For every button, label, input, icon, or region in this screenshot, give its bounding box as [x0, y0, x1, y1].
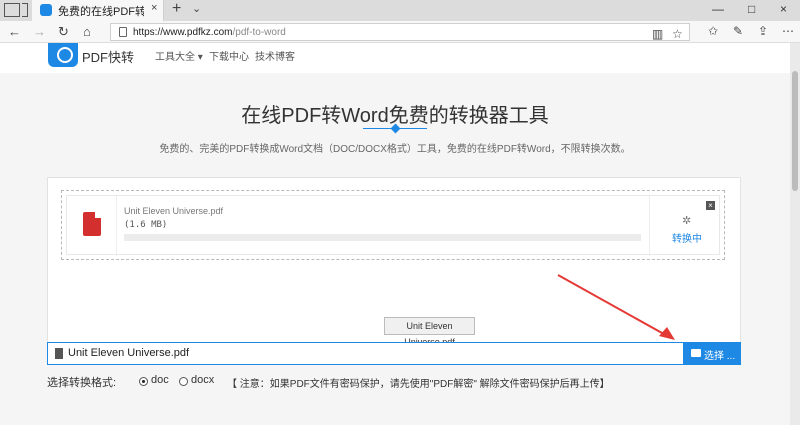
file-path-input[interactable]: Unit Eleven Universe.pdf — [47, 342, 684, 365]
document-icon — [55, 348, 63, 359]
refresh-icon[interactable]: ↻ — [58, 24, 69, 40]
status-text: 转换中 — [672, 234, 702, 245]
lock-icon — [119, 27, 127, 37]
folder-open-icon — [691, 349, 701, 357]
scrollbar-thumb[interactable] — [792, 71, 798, 191]
page-subtitle: 免费的、完美的PDF转换成Word文档（DOC/DOCX格式）工具，免费的在线P… — [159, 144, 631, 155]
nav-download-center[interactable]: 下载中心 — [209, 48, 249, 63]
format-row: 选择转换格式: — [47, 374, 116, 390]
reading-view-icon[interactable]: ▥ — [652, 27, 663, 41]
browser-tab-bar: 免费的在线PDF转Word- × + ⌄ — □ × — [0, 0, 800, 21]
home-icon[interactable]: ⌂ — [83, 24, 91, 39]
select-file-button[interactable]: 选择 ... — [684, 342, 741, 365]
url-text: https://www.pdfkz.com/pdf-to-word — [133, 27, 286, 38]
url-input[interactable]: https://www.pdfkz.com/pdf-to-word ▥ ☆ — [110, 23, 690, 41]
annotation-arrow — [557, 274, 675, 340]
format-option-doc[interactable]: doc — [151, 374, 169, 386]
nav-tools[interactable]: 工具大全 ▾ — [155, 48, 203, 63]
format-radio-doc[interactable] — [139, 377, 148, 386]
remove-file-close-icon[interactable]: × — [706, 201, 715, 210]
tab-close-icon[interactable]: × — [151, 2, 157, 14]
set-aside-tabs-icon[interactable] — [22, 3, 28, 17]
spinner-icon: ✲ — [682, 215, 692, 227]
pdf-file-icon — [83, 212, 101, 236]
file-card: Unit Eleven Universe.pdf (1.6 MB) ✲ 转换中 — [61, 190, 725, 260]
window-minimize-icon[interactable]: — — [712, 2, 724, 16]
back-arrow-icon[interactable]: ← — [8, 24, 21, 39]
page-scrollbar[interactable] — [790, 43, 800, 425]
web-note-pen-icon[interactable]: ✎ — [733, 24, 743, 38]
select-button-label: 选择 ... — [704, 351, 736, 362]
tab-list-chevron-icon[interactable]: ⌄ — [192, 2, 201, 15]
site-brand[interactable]: PDF快转 — [82, 47, 134, 66]
file-card-inner: Unit Eleven Universe.pdf (1.6 MB) ✲ 转换中 — [66, 195, 720, 256]
format-option-docx[interactable]: docx — [191, 374, 214, 386]
favorite-star-icon[interactable]: ☆ — [672, 27, 683, 41]
nav-tech-blog[interactable]: 技术博客 — [255, 48, 295, 63]
site-logo-icon[interactable] — [48, 43, 78, 67]
window-maximize-icon[interactable]: □ — [748, 2, 755, 16]
more-menu-icon[interactable]: ⋯ — [782, 24, 794, 38]
site-header: PDF快转 工具大全 ▾ 下载中心 技术博客 — [0, 43, 790, 73]
format-radio-docx[interactable] — [179, 377, 188, 386]
new-tab-icon[interactable]: + — [172, 0, 181, 18]
tab-actions-icon[interactable] — [4, 3, 20, 17]
window-close-icon[interactable]: × — [780, 2, 787, 16]
file-name: Unit Eleven Universe.pdf — [124, 206, 224, 216]
format-label: 选择转换格式: — [47, 377, 117, 389]
conversion-progress-bar — [124, 234, 641, 241]
file-size: (1.6 MB) — [124, 220, 168, 230]
tab-title: 免费的在线PDF转Word- — [58, 6, 144, 18]
file-thumb — [67, 196, 117, 256]
browser-address-bar: ← → ↻ ⌂ https://www.pdfkz.com/pdf-to-wor… — [0, 21, 800, 43]
site-favicon-icon — [40, 4, 52, 16]
forward-arrow-icon[interactable]: → — [33, 24, 46, 39]
browser-tab-active[interactable]: 免费的在线PDF转Word- × — [32, 0, 164, 21]
share-icon[interactable]: ⇪ — [758, 24, 768, 38]
favorites-hub-icon[interactable]: ✩ — [708, 24, 718, 38]
file-name-tooltip: Unit Eleven Universe.pdf — [384, 317, 475, 347]
file-path-value: Unit Eleven Universe.pdf — [68, 347, 190, 359]
password-notice: 【 注意：如果PDF文件有密码保护，请先使用"PDF解密" 解除文件密码保护后再… — [227, 379, 610, 390]
